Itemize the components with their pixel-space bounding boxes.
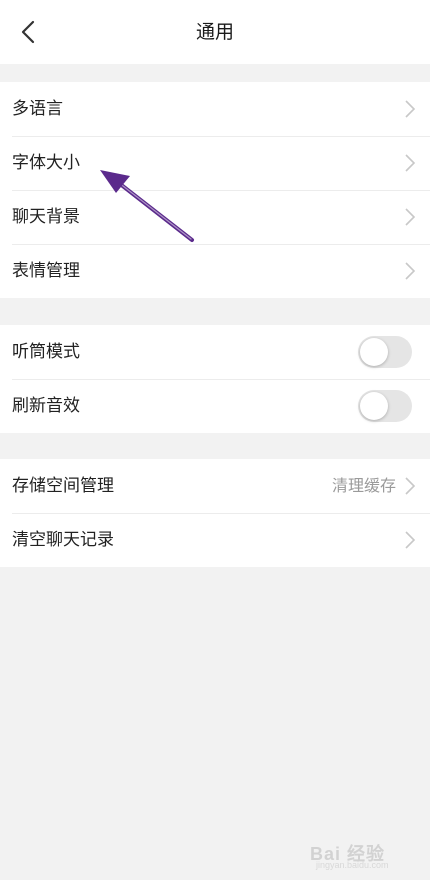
chevron-right-icon [405,208,416,226]
multi-language-row[interactable]: 多语言 [0,82,430,136]
chat-background-row[interactable]: 聊天背景 [0,190,430,244]
toggle-knob [360,392,388,420]
toggle-knob [360,338,388,366]
chevron-right-icon [405,262,416,280]
navigation-bar: 通用 [0,0,430,64]
multi-language-label: 多语言 [12,99,63,119]
chat-background-label: 聊天背景 [12,207,80,227]
refresh-sound-toggle[interactable] [358,390,412,422]
chevron-right-icon [405,154,416,172]
page-title: 通用 [195,21,234,43]
earpiece-mode-label: 听筒模式 [12,342,80,362]
refresh-sound-row: 刷新音效 [0,379,430,433]
storage-management-row[interactable]: 存储空间管理 清理缓存 [0,459,430,513]
emoji-management-row[interactable]: 表情管理 [0,244,430,298]
sound-settings-group: 听筒模式 刷新音效 [0,325,430,433]
chevron-right-icon [405,477,416,495]
font-size-label: 字体大小 [12,153,80,173]
clear-cache-value: 清理缓存 [331,476,396,495]
earpiece-mode-row: 听筒模式 [0,325,430,379]
general-settings-group: 多语言 字体大小 聊天背景 表情管理 [0,82,430,298]
chevron-right-icon [405,100,416,118]
storage-settings-group: 存储空间管理 清理缓存 清空聊天记录 [0,459,430,567]
earpiece-mode-toggle[interactable] [358,336,412,368]
clear-chat-history-label: 清空聊天记录 [12,530,114,550]
refresh-sound-label: 刷新音效 [12,396,80,416]
watermark-subtext: jingyan.baidu.com [316,860,389,870]
chevron-right-icon [405,531,416,549]
baidu-jingyan-watermark: Bai 经验 jingyan.baidu.com [310,836,422,872]
clear-chat-history-row[interactable]: 清空聊天记录 [0,513,430,567]
emoji-management-label: 表情管理 [12,261,80,281]
back-arrow-icon [21,20,35,44]
storage-management-label: 存储空间管理 [12,476,114,496]
font-size-row[interactable]: 字体大小 [0,136,430,190]
back-button[interactable] [10,14,46,50]
